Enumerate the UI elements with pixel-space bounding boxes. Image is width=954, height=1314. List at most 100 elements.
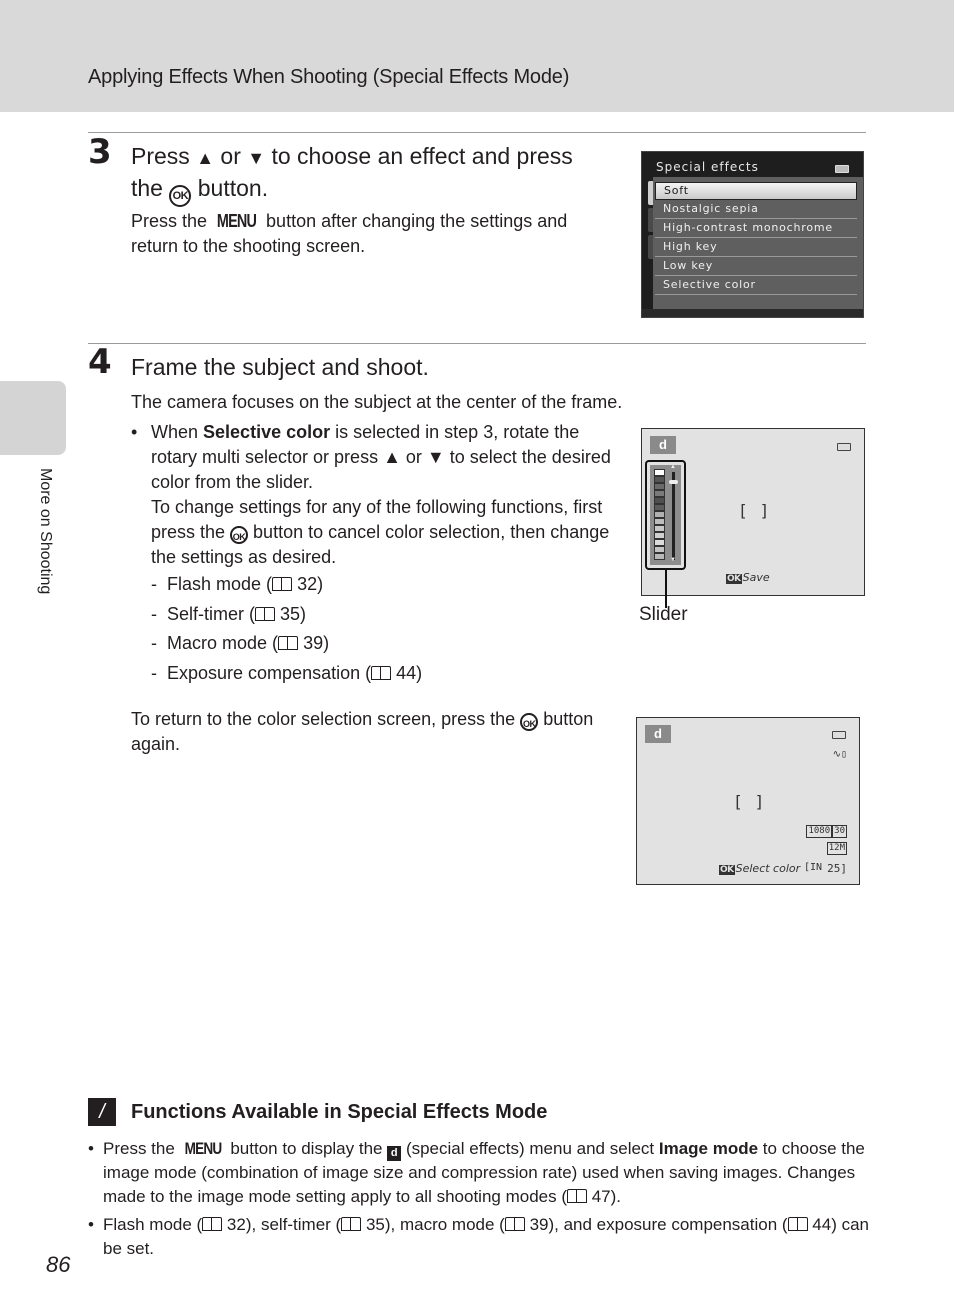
menu-bottom-bar	[642, 309, 863, 317]
vibration-reduction-icon: ∿▯	[832, 749, 847, 760]
page-reference-icon	[341, 1217, 362, 1231]
color-swatch[interactable]	[654, 525, 665, 532]
ok-button-icon: OK	[520, 713, 539, 731]
up-arrow-icon: ▲	[196, 148, 215, 168]
color-swatch[interactable]	[654, 539, 665, 546]
af-frame-icon: []	[738, 501, 782, 520]
menu-button-icon: MENU	[184, 1139, 222, 1158]
page-reference-icon	[202, 1217, 223, 1231]
battery-icon	[835, 165, 849, 173]
menu-item-low-key[interactable]: Low key	[655, 257, 857, 276]
ok-hint: OK Save	[726, 571, 770, 584]
special-effects-icon: d	[650, 436, 676, 454]
menu-list: Soft Nostalgic sepia High-contrast monoc…	[655, 182, 857, 295]
step-number: 3	[88, 132, 112, 172]
color-swatch[interactable]	[654, 518, 665, 525]
text: Macro mode (	[167, 633, 279, 653]
menu-item-high-contrast-monochrome[interactable]: High-contrast monochrome	[655, 219, 857, 238]
text: Self-timer (	[167, 603, 256, 624]
page-reference-icon	[272, 577, 293, 591]
special-effects-icon: d	[387, 1146, 402, 1161]
page-reference-icon	[787, 1217, 808, 1231]
color-swatch[interactable]	[654, 532, 665, 539]
image-mode-indicator: 12M	[826, 842, 847, 855]
camera-menu-screen: Special effects Soft Nostalgic sepia Hig…	[641, 151, 864, 318]
text: To return to the color selection screen,…	[131, 709, 521, 729]
step4-return: To return to the color selection screen,…	[131, 707, 611, 757]
color-swatch[interactable]	[654, 497, 665, 504]
bullet-item: • When Selective color is selected in st…	[131, 420, 611, 570]
header-band	[0, 0, 954, 112]
text: When	[151, 422, 204, 442]
image-size-value: 12M	[826, 842, 847, 855]
note-bullet: Flash mode ( 32), self-timer ( 35), macr…	[88, 1213, 878, 1261]
menu-tab[interactable]	[648, 235, 653, 259]
movie-fps-value: 30	[832, 825, 847, 838]
menu-tab[interactable]	[648, 208, 653, 232]
text: 39), and exposure compensation (	[524, 1215, 788, 1234]
step4-bullet: • When Selective color is selected in st…	[131, 420, 611, 690]
text: button to display the	[225, 1139, 388, 1158]
text: 39)	[303, 633, 330, 653]
slider-track[interactable]	[672, 472, 675, 560]
menu-item-soft[interactable]: Soft	[655, 182, 857, 200]
step-title: Press ▲ or ▼ to choose an effect and pre…	[131, 141, 611, 207]
note-bullets: Press the MENU button to display the d (…	[88, 1137, 878, 1265]
color-swatch[interactable]	[654, 476, 665, 483]
special-effects-icon: d	[645, 725, 671, 743]
step3-body: Press the MENU button after changing the…	[131, 209, 601, 259]
down-arrow-icon: ▼	[247, 148, 266, 168]
movie-mode-indicator: 1080 30	[806, 825, 847, 838]
step-number: 4	[88, 342, 112, 382]
color-swatches	[654, 469, 665, 560]
menu-tabs	[648, 181, 653, 262]
text: Press	[131, 143, 197, 169]
color-swatch[interactable]	[654, 483, 665, 490]
page-reference-icon	[504, 1217, 525, 1231]
menu-item-nostalgic-sepia[interactable]: Nostalgic sepia	[655, 200, 857, 219]
menu-item-high-key[interactable]: High key	[655, 238, 857, 257]
color-swatch[interactable]	[654, 546, 665, 553]
text: 35)	[280, 603, 307, 624]
internal-memory-icon: [IN	[804, 862, 823, 873]
ok-button-icon: OK	[230, 526, 249, 544]
slider-thumb[interactable]	[669, 480, 678, 485]
memory-value: IN	[810, 862, 823, 873]
camera-screen-color-select: d ▲ ▼ [] OK Save	[641, 428, 865, 596]
callout-line	[665, 568, 667, 608]
up-arrow-icon: ▲	[383, 447, 401, 467]
sub-item: - Flash mode ( 32)	[151, 574, 324, 594]
hint-label: Select color	[735, 862, 801, 875]
text: 47).	[587, 1187, 622, 1206]
note-title: Functions Available in Special Effects M…	[131, 1101, 548, 1123]
ok-icon: OK	[719, 865, 735, 875]
slider-up-arrow-icon: ▲	[670, 464, 676, 470]
text: Flash mode (	[103, 1215, 203, 1234]
hint-label: Save	[742, 571, 770, 584]
color-swatch[interactable]	[654, 553, 665, 560]
text: 44)	[396, 662, 423, 683]
sub-item: - Macro mode ( 39)	[151, 633, 330, 653]
color-swatch[interactable]	[654, 511, 665, 518]
step4-intro: The camera focuses on the subject at the…	[131, 392, 623, 412]
page-header-title: Applying Effects When Shooting (Special …	[88, 66, 570, 88]
menu-item-selective-color[interactable]: Selective color	[655, 276, 857, 295]
ok-icon: OK	[726, 574, 742, 584]
color-swatch[interactable]	[654, 490, 665, 497]
text: or	[214, 143, 248, 169]
color-slider[interactable]: ▲ ▼	[645, 460, 686, 570]
ok-button-icon: OK	[169, 185, 192, 207]
menu-tab-active[interactable]	[648, 181, 653, 205]
down-arrow-icon: ▼	[426, 447, 445, 467]
slider-top-icon	[654, 469, 665, 476]
step-title: Frame the subject and shoot.	[131, 354, 429, 380]
callout-label: Slider	[639, 604, 688, 625]
side-tab	[0, 381, 66, 455]
note-pencil-icon: /	[88, 1098, 116, 1126]
exposures-remaining: 25]	[827, 862, 847, 875]
page-number: 86	[46, 1252, 71, 1277]
sub-list: - Flash mode ( 32) - Self-timer ( 35) - …	[131, 572, 611, 690]
af-frame-icon: []	[733, 792, 777, 811]
page-reference-icon	[255, 606, 276, 621]
color-swatch[interactable]	[654, 504, 665, 511]
